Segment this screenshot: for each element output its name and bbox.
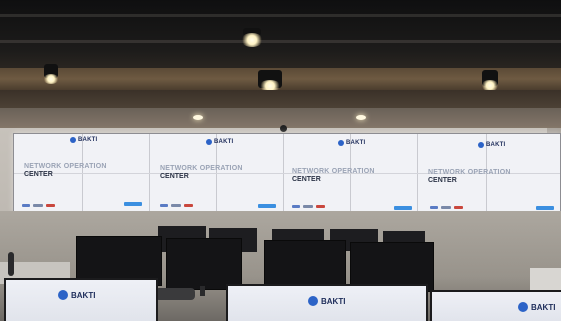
video-wall-panel: BAKTI NETWORK OPERATION CENTER	[418, 134, 560, 212]
chair	[8, 252, 14, 276]
logo-text: BAKTI	[321, 296, 346, 306]
status-indicator	[124, 202, 142, 206]
noc-title-line2: CENTER	[428, 177, 457, 184]
status-indicator	[394, 206, 412, 210]
footer-logos	[430, 206, 463, 209]
logo-text: BAKTI	[71, 290, 96, 300]
foreground-screen: BAKTI	[4, 278, 158, 321]
noc-title-line2: CENTER	[160, 173, 189, 180]
footer-logos	[292, 205, 325, 208]
noc-title-line1: NETWORK OPERATION	[160, 165, 243, 172]
bakti-logo: BAKTI	[206, 139, 233, 145]
logo-text: BAKTI	[78, 137, 98, 143]
noc-title-line1: NETWORK OPERATION	[428, 169, 511, 176]
status-indicator	[536, 206, 554, 210]
bakti-logo: BAKTI	[70, 137, 97, 143]
noc-title-line2: CENTER	[292, 176, 321, 183]
bakti-logo: BAKTI	[58, 290, 95, 300]
logo-text: BAKTI	[486, 142, 506, 148]
logo-text: BAKTI	[214, 139, 234, 145]
bakti-emblem-icon	[478, 142, 484, 148]
logo-text: BAKTI	[346, 140, 366, 146]
bakti-emblem-icon	[206, 139, 212, 145]
bakti-emblem-icon	[338, 140, 344, 146]
monitor	[264, 240, 346, 288]
monitor-stand	[200, 286, 205, 296]
noc-title-line2: CENTER	[24, 171, 53, 178]
ceiling-light	[241, 33, 263, 47]
video-wall-panel: BAKTI NETWORK OPERATION CENTER	[14, 134, 150, 212]
bakti-logo: BAKTI	[338, 140, 365, 146]
bakti-emblem-icon	[518, 302, 528, 312]
bakti-emblem-icon	[70, 137, 76, 143]
video-wall: BAKTI NETWORK OPERATION CENTER BAKTI NET…	[13, 133, 561, 213]
bakti-logo: BAKTI	[518, 302, 555, 312]
foreground-screen: BAKTI	[430, 290, 561, 321]
ceiling-lower	[0, 90, 561, 110]
bakti-emblem-icon	[308, 296, 318, 306]
ceiling-beam	[0, 14, 561, 17]
ceiling-downlight	[193, 115, 203, 120]
logo-text: BAKTI	[531, 302, 556, 312]
foreground-screen: BAKTI	[226, 284, 428, 321]
camera-icon	[280, 125, 287, 132]
chair	[155, 288, 195, 300]
footer-logos	[160, 204, 193, 207]
monitor	[166, 238, 242, 290]
ceiling-beam	[0, 40, 561, 43]
ceiling-light	[43, 74, 59, 84]
video-wall-panel: BAKTI NETWORK OPERATION CENTER	[150, 134, 284, 212]
control-room-photo: BAKTI NETWORK OPERATION CENTER BAKTI NET…	[0, 0, 561, 321]
bakti-logo: BAKTI	[308, 296, 345, 306]
ceiling	[0, 0, 561, 70]
ceiling-downlight	[356, 115, 366, 120]
status-indicator	[258, 204, 276, 208]
footer-logos	[22, 204, 55, 207]
desk	[530, 268, 561, 292]
video-wall-panel: BAKTI NETWORK OPERATION CENTER	[284, 134, 418, 212]
bakti-logo: BAKTI	[478, 142, 505, 148]
noc-title-line1: NETWORK OPERATION	[292, 168, 375, 175]
noc-title-line1: NETWORK OPERATION	[24, 163, 107, 170]
bakti-emblem-icon	[58, 290, 68, 300]
